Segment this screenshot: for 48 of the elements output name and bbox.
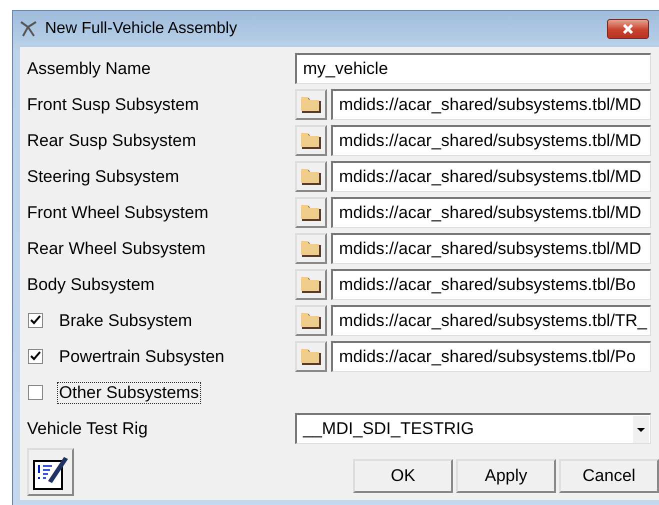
dialog-button[interactable]: OK <box>353 459 453 493</box>
field-label: Rear Wheel Subsystem <box>27 238 206 258</box>
file-path-field[interactable]: mdids://acar_shared/subsystems.tbl/Po <box>331 341 651 372</box>
browse-button[interactable] <box>295 269 327 300</box>
test-rig-dropdown[interactable]: __MDI_SDI_TESTRIG <box>295 413 651 444</box>
field-label: Body Subsystem <box>27 274 155 294</box>
field-label: Vehicle Test Rig <box>27 418 148 438</box>
checkbox-label[interactable]: Powertrain Subsysten <box>57 346 226 368</box>
checkbox[interactable] <box>28 313 43 328</box>
dialog-button[interactable]: Cancel <box>559 459 659 493</box>
file-path-field[interactable]: mdids://acar_shared/subsystems.tbl/MD <box>331 233 651 264</box>
field-label: Steering Subsystem <box>27 166 180 186</box>
assembly-name-field[interactable]: my_vehicle <box>295 53 651 84</box>
file-path-field[interactable]: mdids://acar_shared/subsystems.tbl/MD <box>331 161 651 192</box>
checkbox-label[interactable]: Brake Subsystem <box>57 310 194 332</box>
checkbox[interactable] <box>28 349 43 364</box>
field-label: Rear Susp Subsystem <box>27 130 196 150</box>
browse-button[interactable] <box>295 341 327 372</box>
browse-button[interactable] <box>295 197 327 228</box>
browse-button[interactable] <box>295 305 327 336</box>
browse-button[interactable] <box>295 125 327 156</box>
field-label: Front Susp Subsystem <box>27 94 199 114</box>
folder-icon <box>300 168 322 186</box>
folder-icon <box>300 240 322 258</box>
close-button[interactable] <box>607 19 649 39</box>
field-label: Front Wheel Subsystem <box>27 202 208 222</box>
app-icon <box>19 20 39 38</box>
folder-icon <box>300 96 322 114</box>
dialog-button[interactable]: Apply <box>456 459 556 493</box>
checkbox-label[interactable]: Other Subsystems <box>57 382 201 404</box>
close-icon <box>620 23 636 35</box>
file-path-field[interactable]: mdids://acar_shared/subsystems.tbl/MD <box>331 197 651 228</box>
file-path-field[interactable]: mdids://acar_shared/subsystems.tbl/MD <box>331 125 651 156</box>
browse-button[interactable] <box>295 89 327 120</box>
folder-icon <box>300 132 322 150</box>
window-title: New Full-Vehicle Assembly <box>45 20 238 38</box>
folder-icon <box>300 312 322 330</box>
folder-icon <box>300 348 322 366</box>
file-path-field[interactable]: mdids://acar_shared/subsystems.tbl/MD <box>331 89 651 120</box>
browse-button[interactable] <box>295 161 327 192</box>
field-label: Assembly Name <box>27 58 151 78</box>
checkbox[interactable] <box>28 385 43 400</box>
folder-icon <box>300 276 322 294</box>
edit-notes-button[interactable] <box>27 448 74 496</box>
file-path-field[interactable]: mdids://acar_shared/subsystems.tbl/Bo <box>331 269 651 300</box>
folder-icon <box>300 204 322 222</box>
browse-button[interactable] <box>295 233 327 264</box>
file-path-field[interactable]: mdids://acar_shared/subsystems.tbl/TR_ <box>331 305 651 336</box>
